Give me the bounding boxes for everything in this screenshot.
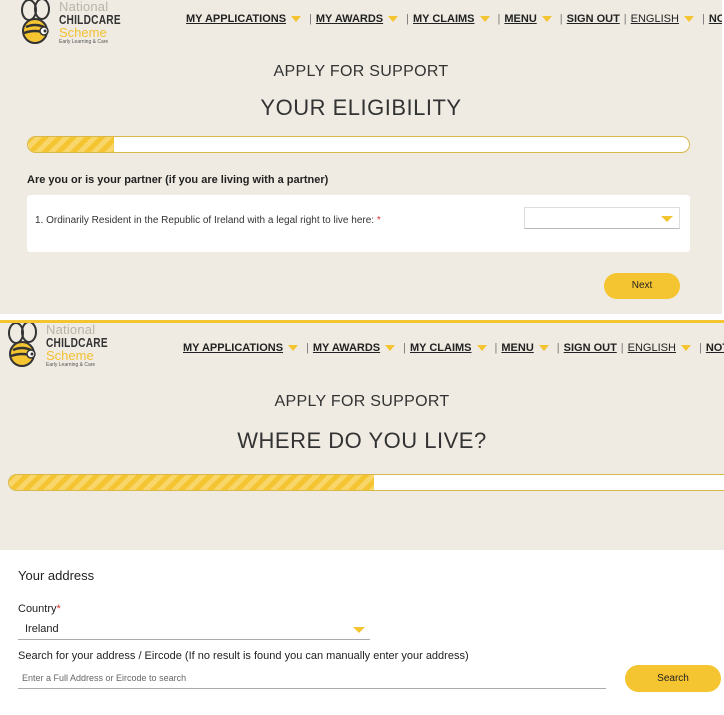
logo-line-scheme: Scheme [46, 348, 94, 363]
address-search-placeholder: Enter a Full Address or Eircode to searc… [22, 673, 187, 683]
country-label-text: Country [18, 603, 57, 615]
logo-line-tagline: Early Learning & Care [59, 39, 109, 45]
search-button[interactable]: Search [625, 665, 721, 692]
logo-line-tagline: Early Learning & Care [46, 362, 96, 368]
residency-question-label: 1. Ordinarily Resident in the Republic o… [35, 215, 381, 226]
chevron-down-icon[interactable] [385, 345, 396, 351]
progress-fill [28, 137, 114, 152]
logo-line-childcare: CHILDCARE [59, 12, 121, 27]
chevron-down-icon[interactable] [388, 16, 399, 22]
ncs-logo[interactable]: National CHILDCARE Scheme Early Learning… [5, 323, 125, 368]
question-text: Are you or is your partner (if you are l… [27, 174, 329, 186]
required-marker: * [56, 603, 61, 615]
page-subtitle: YOUR ELIGIBILITY [260, 95, 462, 120]
nav-language[interactable]: ENGLISH [628, 342, 676, 354]
nav-my-awards[interactable]: MY AWARDS [316, 13, 383, 25]
nav-my-applications[interactable]: MY APPLICATIONS [186, 13, 286, 25]
residency-question-text: 1. Ordinarily Resident in the Republic o… [35, 215, 375, 226]
nav-menu[interactable]: MENU [501, 342, 533, 354]
address-form: Your address Country* Ireland Search for… [0, 550, 724, 715]
nav-my-awards[interactable]: MY AWARDS [313, 342, 380, 354]
required-marker: * [376, 215, 381, 226]
progress-bar [8, 474, 724, 491]
nav-menu[interactable]: MENU [504, 13, 536, 25]
question-card: 1. Ordinarily Resident in the Republic o… [27, 195, 690, 252]
chevron-down-icon [353, 627, 365, 633]
page-title: APPLY FOR SUPPORT [273, 63, 449, 80]
nav-notifications[interactable]: NOTIFICATIONS [706, 342, 724, 354]
residency-select[interactable] [524, 207, 680, 229]
nav-language[interactable]: ENGLISH [631, 13, 679, 25]
nav-notifications[interactable]: NOTIFICATIONS [709, 13, 722, 25]
progress-bar [27, 136, 690, 153]
chevron-down-icon[interactable] [288, 345, 299, 351]
nav-my-claims[interactable]: MY CLAIMS [410, 342, 472, 354]
next-button[interactable]: Next [604, 273, 680, 299]
address-panel: National CHILDCARE Scheme Early Learning… [0, 320, 724, 715]
eligibility-panel: National CHILDCARE Scheme Early Learning… [0, 0, 722, 314]
ncs-logo[interactable]: National CHILDCARE Scheme Early Learning… [18, 0, 138, 45]
logo-line-scheme: Scheme [59, 25, 107, 40]
chevron-down-icon[interactable] [680, 345, 691, 351]
country-select[interactable]: Ireland [18, 618, 370, 640]
nav-sign-out[interactable]: SIGN OUT [564, 342, 617, 354]
top-nav: MY APPLICATIONS | MY AWARDS | MY CLAIMS … [186, 13, 722, 25]
top-nav: MY APPLICATIONS | MY AWARDS | MY CLAIMS … [183, 342, 724, 354]
progress-fill [9, 475, 374, 490]
logo-line-childcare: CHILDCARE [46, 335, 108, 350]
nav-my-claims[interactable]: MY CLAIMS [413, 13, 475, 25]
page-title: APPLY FOR SUPPORT [274, 393, 450, 410]
country-label: Country* [18, 603, 61, 615]
logo-wordmark: National CHILDCARE Scheme Early Learning… [59, 0, 138, 45]
address-search-input[interactable]: Enter a Full Address or Eircode to searc… [18, 667, 606, 689]
chevron-down-icon[interactable] [479, 16, 490, 22]
bee-icon [5, 323, 43, 367]
chevron-down-icon[interactable] [476, 345, 487, 351]
country-select-value: Ireland [25, 623, 59, 635]
nav-sign-out[interactable]: SIGN OUT [567, 13, 620, 25]
page-subtitle: WHERE DO YOU LIVE? [237, 428, 487, 453]
chevron-down-icon [661, 216, 673, 222]
nav-my-applications[interactable]: MY APPLICATIONS [183, 342, 283, 354]
chevron-down-icon[interactable] [538, 345, 549, 351]
chevron-down-icon[interactable] [683, 16, 694, 22]
logo-wordmark: National CHILDCARE Scheme Early Learning… [46, 323, 125, 368]
bee-icon [18, 0, 56, 44]
section-title: Your address [18, 568, 95, 583]
address-search-label: Search for your address / Eircode (If no… [18, 650, 469, 662]
chevron-down-icon[interactable] [291, 16, 302, 22]
chevron-down-icon[interactable] [541, 16, 552, 22]
